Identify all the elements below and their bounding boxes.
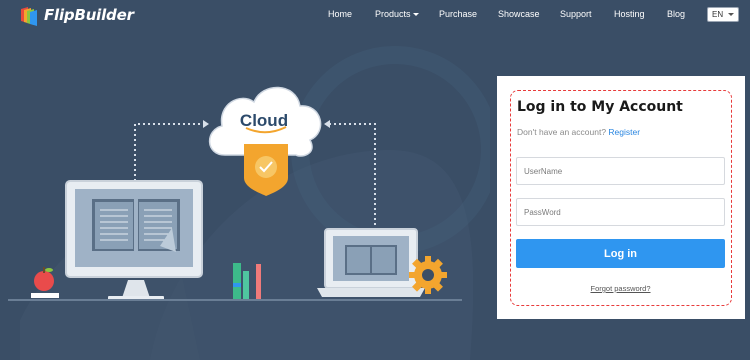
password-input[interactable] <box>516 198 725 226</box>
forgot-password-link[interactable]: Forgot password? <box>511 284 730 293</box>
nav-home[interactable]: Home <box>328 9 352 19</box>
nav-products[interactable]: Products <box>375 9 419 19</box>
no-account-text: Don't have an account? <box>517 127 607 137</box>
login-button[interactable]: Log in <box>516 239 725 268</box>
nav-support[interactable]: Support <box>560 9 592 19</box>
nav-showcase[interactable]: Showcase <box>498 9 540 19</box>
language-value: EN <box>712 10 724 19</box>
nav-blog[interactable]: Blog <box>667 9 685 19</box>
nav-products-label: Products <box>375 9 411 19</box>
laptop-icon <box>317 228 425 297</box>
top-navbar: FlipBuilder Home Products Purchase Showc… <box>0 0 750 30</box>
register-prompt: Don't have an account? Register <box>517 127 640 137</box>
nav-purchase[interactable]: Purchase <box>439 9 477 19</box>
nav-hosting[interactable]: Hosting <box>614 9 645 19</box>
main-nav: Home Products Purchase Showcase Support … <box>0 9 750 23</box>
hero-illustration: Cloud <box>8 46 490 360</box>
cloud-label: Cloud <box>240 111 288 130</box>
language-select[interactable]: EN <box>707 7 739 22</box>
chevron-down-icon <box>412 13 419 17</box>
register-link[interactable]: Register <box>608 127 640 137</box>
login-panel: Log in to My Account Don't have an accou… <box>497 76 745 319</box>
chevron-down-icon <box>728 13 734 16</box>
login-form: Log in to My Account Don't have an accou… <box>510 90 732 306</box>
login-title: Log in to My Account <box>517 99 683 115</box>
username-input[interactable] <box>516 157 725 185</box>
